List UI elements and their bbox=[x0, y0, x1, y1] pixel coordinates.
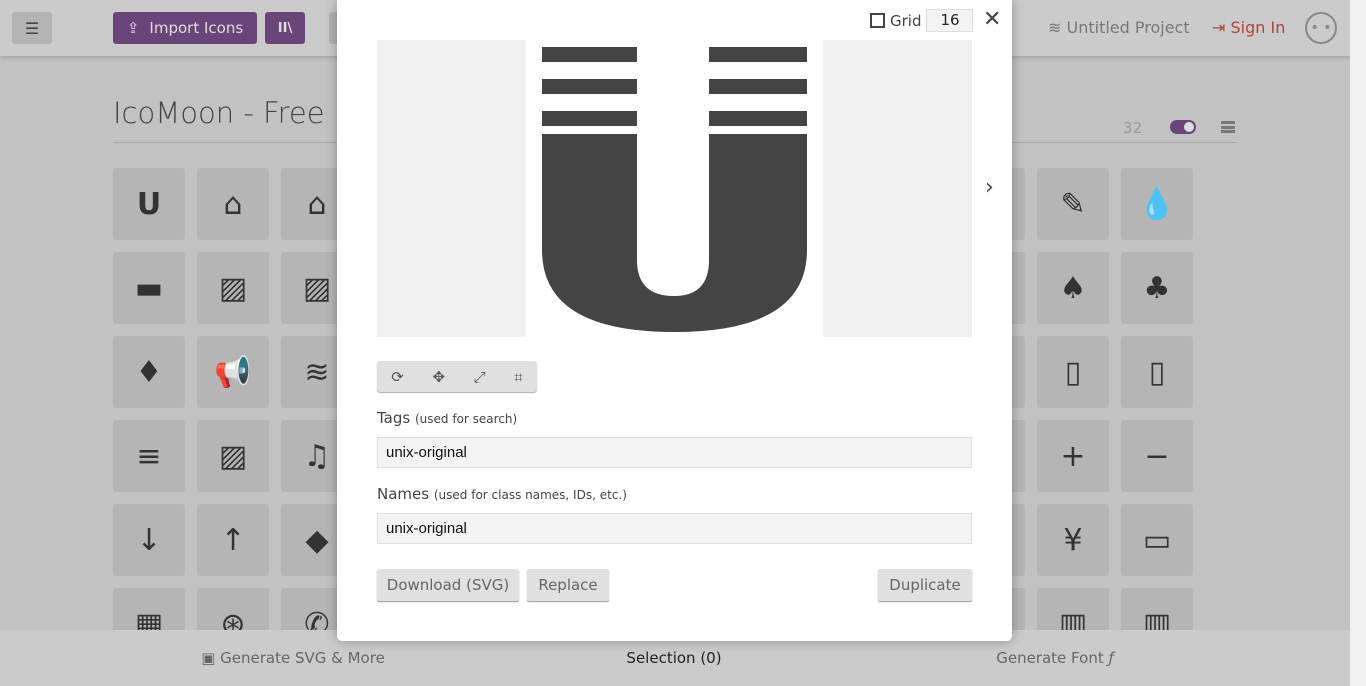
icon-glyph: ♣ bbox=[1143, 270, 1171, 306]
transform-toolbar: ⟳ ✥ ⤢ ⌗ bbox=[377, 361, 537, 392]
sign-in-link[interactable]: ⇥ Sign In bbox=[1212, 18, 1285, 37]
icon-tile[interactable]: ▨ bbox=[197, 420, 269, 492]
tags-label: Tags (used for search) bbox=[377, 409, 518, 427]
icon-tile[interactable]: ⌂ bbox=[197, 168, 269, 240]
neutral-face-icon: • • bbox=[1310, 20, 1332, 36]
icon-glyph: ⌂ bbox=[223, 186, 243, 222]
icon-glyph: ▭ bbox=[1142, 522, 1172, 558]
menu-button[interactable]: ☰ bbox=[12, 12, 52, 44]
library-button[interactable]: II\ bbox=[265, 12, 305, 44]
project-link[interactable]: ≋ Untitled Project bbox=[1048, 18, 1190, 37]
icon-tile[interactable]: ✎ bbox=[1037, 168, 1109, 240]
icon-glyph: ¥ bbox=[1063, 522, 1083, 558]
icon-glyph: ♦ bbox=[135, 354, 163, 390]
names-label: Names (used for class names, IDs, etc.) bbox=[377, 485, 627, 503]
icon-glyph: ↑ bbox=[220, 522, 246, 558]
grid-label: Grid bbox=[890, 11, 922, 30]
names-input[interactable]: unix-original bbox=[377, 513, 972, 544]
icon-glyph: ≋ bbox=[304, 354, 330, 390]
icon-tile[interactable]: ♠ bbox=[1037, 252, 1109, 324]
import-icons-button[interactable]: ⇪ Import Icons bbox=[113, 12, 257, 44]
icon-tile[interactable]: ▯ bbox=[1037, 336, 1109, 408]
icon-glyph: ▨ bbox=[218, 270, 248, 306]
icon-tile[interactable]: + bbox=[1037, 420, 1109, 492]
import-icon: ⇪ bbox=[126, 19, 140, 37]
icon-glyph: 📢 bbox=[214, 354, 252, 390]
hamburger-icon: ☰ bbox=[24, 18, 40, 38]
library-icon: II\ bbox=[277, 20, 293, 36]
icon-glyph: ◆ bbox=[305, 522, 329, 558]
icon-glyph: ⌂ bbox=[307, 186, 327, 222]
icon-glyph: U bbox=[136, 186, 162, 222]
icon-tile[interactable]: 💧 bbox=[1121, 168, 1193, 240]
icon-glyph: ▨ bbox=[218, 438, 248, 474]
icon-glyph: ♫ bbox=[303, 438, 331, 474]
rotate-icon[interactable]: ⟳ bbox=[391, 368, 404, 386]
icon-tile[interactable]: ♦ bbox=[113, 336, 185, 408]
layers-icon: ≋ bbox=[1048, 18, 1062, 37]
scrollbar[interactable] bbox=[1350, 0, 1366, 686]
duplicate-button[interactable]: Duplicate bbox=[878, 569, 972, 601]
icon-glyph: ↓ bbox=[136, 522, 162, 558]
icon-glyph: − bbox=[1144, 438, 1170, 474]
icon-preview bbox=[542, 47, 807, 332]
icon-glyph: ▬ bbox=[134, 270, 164, 306]
grid-crop-icon[interactable]: ⌗ bbox=[514, 368, 522, 386]
enter-icon: ⇥ bbox=[1212, 18, 1226, 37]
icon-glyph: ✎ bbox=[1060, 186, 1086, 222]
icon-tile[interactable]: U bbox=[113, 168, 185, 240]
icon-tile[interactable]: ↓ bbox=[113, 504, 185, 576]
move-icon[interactable]: ✥ bbox=[432, 368, 445, 386]
grid-checkbox[interactable] bbox=[870, 13, 885, 28]
avatar[interactable]: • • bbox=[1305, 12, 1337, 44]
icon-tile[interactable]: 📢 bbox=[197, 336, 269, 408]
icon-glyph: + bbox=[1060, 438, 1086, 474]
icon-tile[interactable]: ▭ bbox=[1121, 504, 1193, 576]
icon-tile[interactable]: ¥ bbox=[1037, 504, 1109, 576]
view-toggle[interactable] bbox=[1170, 120, 1196, 134]
icon-tile[interactable]: − bbox=[1121, 420, 1193, 492]
grid-size-input[interactable]: 16 bbox=[926, 9, 974, 32]
scale-icon[interactable]: ⤢ bbox=[474, 368, 486, 386]
replace-button[interactable]: Replace bbox=[527, 569, 609, 601]
icon-tile[interactable]: ▬ bbox=[113, 252, 185, 324]
icon-tile[interactable]: ▯ bbox=[1121, 336, 1193, 408]
icon-glyph: ▨ bbox=[302, 270, 332, 306]
icon-glyph: ▯ bbox=[1064, 354, 1082, 390]
next-icon-arrow[interactable]: › bbox=[985, 175, 994, 200]
close-icon[interactable]: ✕ bbox=[983, 7, 1001, 32]
icon-tile[interactable]: ↑ bbox=[197, 504, 269, 576]
icon-glyph: ♠ bbox=[1059, 270, 1087, 306]
icon-glyph: ≡ bbox=[136, 438, 162, 474]
icon-tile[interactable]: ♣ bbox=[1121, 252, 1193, 324]
image-icon: ▣ bbox=[201, 649, 216, 667]
icon-tile[interactable]: ▨ bbox=[197, 252, 269, 324]
tags-input[interactable]: unix-original bbox=[377, 437, 972, 468]
icon-tile[interactable]: ≡ bbox=[113, 420, 185, 492]
download-svg-button[interactable]: Download (SVG) bbox=[377, 569, 519, 601]
preview-pad-right bbox=[823, 40, 972, 337]
icon-set-title: IcoMoon - Free bbox=[113, 96, 325, 130]
icon-size[interactable]: 32 bbox=[1123, 119, 1142, 137]
list-menu-icon[interactable] bbox=[1221, 121, 1235, 133]
icon-glyph: 💧 bbox=[1138, 186, 1176, 222]
icon-editor-modal: Grid 16 ✕ › ⟳ ✥ ⤢ ⌗ Tags (used for searc… bbox=[337, 0, 1012, 641]
icon-glyph: ▯ bbox=[1148, 354, 1166, 390]
font-icon: ƒ bbox=[1108, 649, 1114, 667]
preview-pad-left bbox=[377, 40, 526, 337]
